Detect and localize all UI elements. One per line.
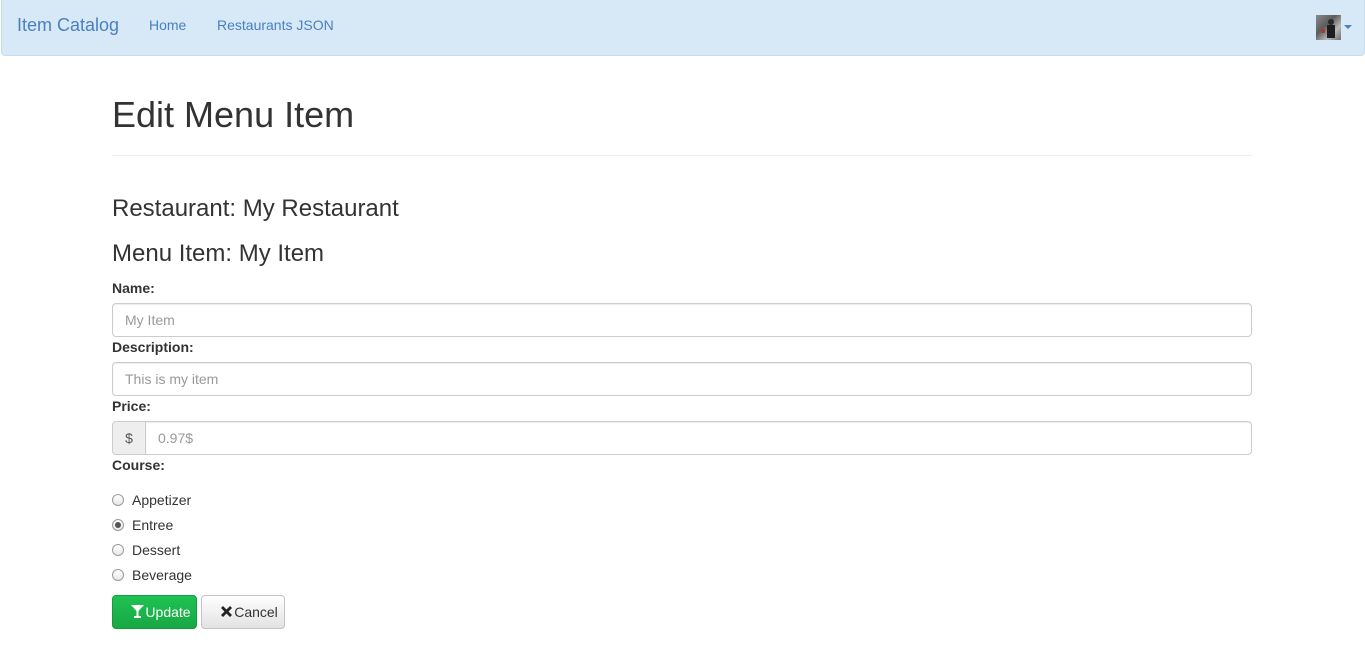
price-currency-addon: $ xyxy=(112,421,146,455)
update-button[interactable]: Update xyxy=(112,595,197,629)
radio-label-beverage: Beverage xyxy=(132,567,192,583)
cancel-button[interactable]: Cancel xyxy=(201,595,285,629)
radio-dessert[interactable] xyxy=(112,544,124,556)
glass-icon xyxy=(131,596,145,628)
radio-label-entree: Entree xyxy=(132,517,174,533)
navbar: Item Catalog Home Restaurants JSON xyxy=(1,0,1365,56)
brand-link[interactable]: Item Catalog xyxy=(17,14,119,36)
radio-appetizer[interactable] xyxy=(112,494,124,506)
radio-entree[interactable] xyxy=(112,519,124,531)
nav-link-home[interactable]: Home xyxy=(149,17,186,33)
menu-item-heading: Menu Item: My Item xyxy=(112,240,325,267)
cancel-button-label: Cancel xyxy=(234,604,278,620)
remove-icon xyxy=(220,596,234,628)
description-label: Description: xyxy=(112,339,194,355)
name-input[interactable] xyxy=(112,303,1252,337)
name-label: Name: xyxy=(112,280,155,296)
update-button-label: Update xyxy=(145,604,191,620)
radio-beverage[interactable] xyxy=(112,569,124,581)
page-title: Edit Menu Item xyxy=(112,94,355,135)
caret-down-icon xyxy=(1344,25,1352,29)
user-avatar xyxy=(1316,15,1341,40)
radio-label-dessert: Dessert xyxy=(132,542,181,558)
nav-link-restaurants-json[interactable]: Restaurants JSON xyxy=(217,17,334,33)
price-input[interactable] xyxy=(145,421,1252,455)
user-menu-toggle[interactable] xyxy=(1316,15,1354,41)
title-divider xyxy=(112,155,1252,156)
course-label: Course: xyxy=(112,457,165,473)
radio-label-appetizer: Appetizer xyxy=(132,492,192,508)
description-input[interactable] xyxy=(112,362,1252,396)
price-input-group: $ xyxy=(112,421,1252,455)
price-label: Price: xyxy=(112,398,151,414)
restaurant-heading: Restaurant: My Restaurant xyxy=(112,195,399,222)
